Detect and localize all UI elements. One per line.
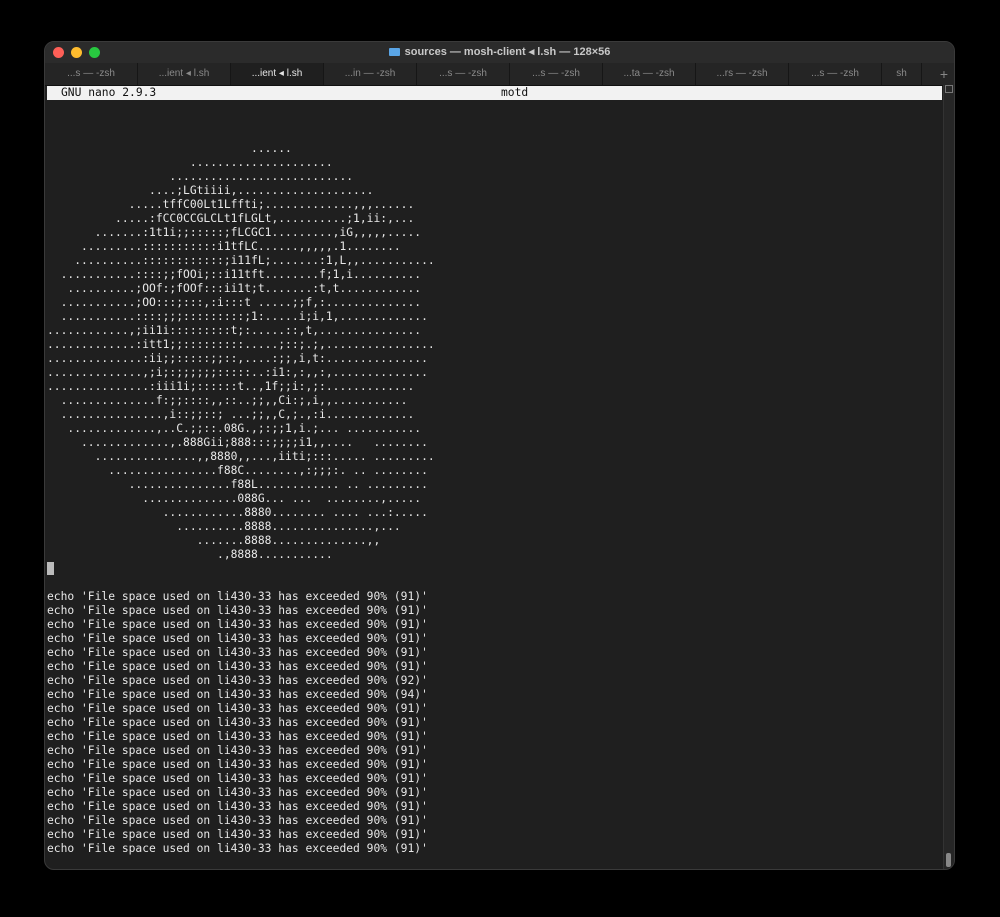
echo-line: echo 'File space used on li430-33 has ex… <box>47 716 428 729</box>
art-line: ............8880........ .... ...:..... <box>47 506 428 519</box>
text-cursor <box>47 562 54 575</box>
echo-line: echo 'File space used on li430-33 has ex… <box>47 814 428 827</box>
art-line: ..................... <box>47 156 333 169</box>
echo-line: echo 'File space used on li430-33 has ex… <box>47 618 428 631</box>
art-line: .......:1t1i;;:::::;fLCGC1.........,iG,,… <box>47 226 422 239</box>
art-line: ..............,;i;:;;;;;;:::::..:i1:,:,,… <box>47 366 428 379</box>
art-line: .......8888..............,, <box>47 534 381 547</box>
art-line: ..........;OOf:;fOOf:::ii1t;t.......:t,t… <box>47 282 422 295</box>
art-line: ............,;ii1i:::::::::t;:.....::,t,… <box>47 324 422 337</box>
tab[interactable]: ...s — -zsh <box>417 63 510 85</box>
tab[interactable]: ...s — -zsh <box>45 63 138 85</box>
art-line: ...............,i::;;::; ...;;,,C,;.,:i.… <box>47 408 415 421</box>
art-line: ...........;OO:::;:::,:i:::t .....;;f,:.… <box>47 296 422 309</box>
echo-line: echo 'File space used on li430-33 has ex… <box>47 744 428 757</box>
nano-version: GNU nano 2.9.3 <box>61 86 157 99</box>
echo-line: echo 'File space used on li430-33 has ex… <box>47 604 428 617</box>
art-line: ...............:iii1i;::::::t..,1f;;i:,;… <box>47 380 415 393</box>
tab[interactable]: ...s — -zsh <box>789 63 882 85</box>
art-line: ...........::::;;;:::::::::;1:.....i;i,1… <box>47 310 428 323</box>
art-line: .............:itt1;;:::::::::.....;::;.;… <box>47 338 435 351</box>
tab[interactable]: ...ta — -zsh <box>603 63 696 85</box>
echo-line: echo 'File space used on li430-33 has ex… <box>47 786 428 799</box>
art-line: ....;LGtiiii,.................... <box>47 184 374 197</box>
echo-line: echo 'File space used on li430-33 has ex… <box>47 688 428 701</box>
tab[interactable]: ...rs — -zsh <box>696 63 789 85</box>
tab[interactable]: sh <box>882 63 922 85</box>
echo-line: echo 'File space used on li430-33 has ex… <box>47 660 428 673</box>
art-line: ................f88C........,:;;;:. .. .… <box>47 464 428 477</box>
art-line <box>47 100 942 114</box>
echo-lines: echo 'File space used on li430-33 has ex… <box>47 590 942 856</box>
art-line <box>47 114 942 128</box>
echo-line: echo 'File space used on li430-33 has ex… <box>47 632 428 645</box>
nano-editor[interactable]: GNU nano 2.9.3 motd ...... .............… <box>47 85 942 869</box>
art-line: .........:::::::::::i1tfLC......,,,,,.1.… <box>47 240 401 253</box>
art-line: ...... <box>47 142 292 155</box>
tab-active[interactable]: ...ient ◂ l.sh <box>231 63 324 85</box>
tab[interactable]: ...ient ◂ l.sh <box>138 63 231 85</box>
art-line: .,8888........... <box>47 548 333 561</box>
echo-line: echo 'File space used on li430-33 has ex… <box>47 758 428 771</box>
tab-bar: ...s — -zsh ...ient ◂ l.sh ...ient ◂ l.s… <box>45 63 954 86</box>
echo-line: echo 'File space used on li430-33 has ex… <box>47 772 428 785</box>
art-line: ...............,,8880,,...,iiti;:::.....… <box>47 450 435 463</box>
new-tab-button[interactable]: + <box>934 63 954 85</box>
art-line: ..........8888...............,... <box>47 520 401 533</box>
art-line: ..............:ii;;:::::;;::,....:;;,i,t… <box>47 352 428 365</box>
window-title: sources — mosh-client ◂ l.sh — 128×56 <box>404 46 611 58</box>
art-line: .....tffC00Lt1Lffti;.............,,,....… <box>47 198 415 211</box>
tab[interactable]: ...in — -zsh <box>324 63 417 85</box>
ascii-art: ...... ..................... ...........… <box>47 100 942 562</box>
art-line: ..........::::::::::::;i11fL;.......:1,L… <box>47 254 435 267</box>
art-line: ..............f:;;::::,,::..;;,,Ci:;,i,,… <box>47 394 408 407</box>
cursor-line <box>47 562 942 576</box>
echo-line: echo 'File space used on li430-33 has ex… <box>47 842 428 855</box>
art-line: ........................... <box>47 170 354 183</box>
echo-line: echo 'File space used on li430-33 has ex… <box>47 590 428 603</box>
tab[interactable]: ...s — -zsh <box>510 63 603 85</box>
art-line <box>47 128 942 142</box>
echo-line: echo 'File space used on li430-33 has ex… <box>47 730 428 743</box>
art-line: ...............f88L............ .. .....… <box>47 478 428 491</box>
echo-line: echo 'File space used on li430-33 has ex… <box>47 674 428 687</box>
echo-line: echo 'File space used on li430-33 has ex… <box>47 702 428 715</box>
scrollbar[interactable] <box>943 85 954 869</box>
scroll-thumb[interactable] <box>946 853 951 867</box>
art-line: ..............088G... ... ........,..... <box>47 492 422 505</box>
art-line: .....:fCC0CCGLCLt1fLGLt,..........;1,ii:… <box>47 212 415 225</box>
echo-line: echo 'File space used on li430-33 has ex… <box>47 646 428 659</box>
echo-line: echo 'File space used on li430-33 has ex… <box>47 828 428 841</box>
terminal-window: sources — mosh-client ◂ l.sh — 128×56 ..… <box>44 41 955 870</box>
nano-header: GNU nano 2.9.3 motd <box>47 86 942 100</box>
title-bar[interactable]: sources — mosh-client ◂ l.sh — 128×56 <box>45 42 954 63</box>
scroll-up-button[interactable] <box>945 85 953 93</box>
window-title-container: sources — mosh-client ◂ l.sh — 128×56 <box>45 45 954 58</box>
echo-line: echo 'File space used on li430-33 has ex… <box>47 800 428 813</box>
art-line: .............,.888Gii;888:::;;;;i1,,....… <box>47 436 428 449</box>
art-line: .............,..C.;;::.08G.,;:;;1,i.;...… <box>47 422 422 435</box>
file-name: motd <box>501 86 529 99</box>
art-line: ...........::::;;fOOi;::i11tft........f;… <box>47 268 422 281</box>
folder-icon <box>388 48 400 56</box>
